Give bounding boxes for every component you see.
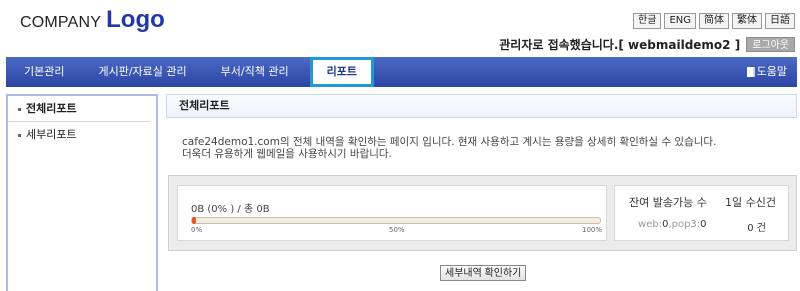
progress-marker-icon bbox=[192, 217, 196, 224]
sidebar-item-detail-report[interactable]: 세부리포트 bbox=[8, 122, 150, 148]
tick-label-50: 50% bbox=[389, 226, 405, 234]
tick-label-0: 0% bbox=[191, 226, 203, 234]
language-bar: 한글 ENG 简体 繁体 日語 bbox=[633, 13, 795, 29]
welcome-message: 관리자로 접속했습니다.[ webmaildemo2 ] bbox=[499, 38, 741, 52]
page-description: cafe24demo1.com의 전체 내역을 확인하는 페이지 입니다. 현재… bbox=[182, 136, 716, 160]
tick-label-100: 100% bbox=[582, 226, 603, 234]
welcome-area: 관리자로 접속했습니다.[ webmaildemo2 ] 로그아웃 bbox=[499, 36, 795, 53]
nav-board-management[interactable]: 게시판/자료실 관리 bbox=[81, 57, 203, 87]
sidebar-item-label: 전체리포트 bbox=[26, 102, 77, 115]
sidebar-item-label: 세부리포트 bbox=[26, 128, 77, 141]
help-label: 도움말 bbox=[756, 65, 787, 78]
sidebar-item-overall-report[interactable]: 전체리포트 bbox=[8, 96, 150, 122]
main-nav: 기본관리 게시판/자료실 관리 부서/직책 관리 리포트 도움말 bbox=[6, 57, 797, 87]
storage-usage-box: 0B (0% ) / 총 0B 0% 50% 100% bbox=[177, 185, 607, 241]
storage-progress-bar bbox=[191, 217, 601, 224]
company-logo[interactable]: COMPANY Logo bbox=[20, 6, 165, 33]
nav-department-management[interactable]: 부서/직책 관리 bbox=[204, 57, 306, 87]
daily-received-header: 1일 수신건 bbox=[725, 196, 776, 209]
lang-english-button[interactable]: ENG bbox=[664, 13, 696, 29]
document-icon bbox=[746, 67, 755, 77]
view-details-button[interactable]: 세부내역 확인하기 bbox=[440, 265, 527, 281]
lang-traditional-chinese-button[interactable]: 繁体 bbox=[732, 13, 762, 29]
usage-panel: 0B (0% ) / 총 0B 0% 50% 100% 잔여 발송가능 수 1일… bbox=[168, 175, 797, 251]
description-line-1: cafe24demo1.com의 전체 내역을 확인하는 페이지 입니다. 현재… bbox=[182, 136, 717, 148]
daily-received-value: 0 건 bbox=[747, 223, 766, 234]
sidebar: 전체리포트 세부리포트 bbox=[6, 94, 158, 291]
lang-japanese-button[interactable]: 日語 bbox=[765, 13, 795, 29]
pop3-label: ,pop3: bbox=[668, 219, 701, 230]
description-line-2: 더욱더 유용하게 웹메일을 사용하시기 바랍니다. bbox=[182, 148, 392, 160]
remaining-send-value: web:0,pop3:0 bbox=[638, 219, 707, 230]
help-link[interactable]: 도움말 bbox=[746, 57, 787, 87]
send-stats-box: 잔여 발송가능 수 1일 수신건 web:0,pop3:0 0 건 bbox=[614, 185, 789, 241]
nav-report[interactable]: 리포트 bbox=[309, 57, 374, 87]
lang-simplified-chinese-button[interactable]: 简体 bbox=[699, 13, 729, 29]
lang-korean-button[interactable]: 한글 bbox=[633, 13, 662, 29]
remaining-send-header: 잔여 발송가능 수 bbox=[629, 196, 707, 209]
bullet-icon bbox=[18, 107, 21, 111]
bullet-icon bbox=[18, 133, 21, 137]
page-title: 전체리포트 bbox=[166, 94, 797, 118]
storage-usage-text: 0B (0% ) / 총 0B bbox=[191, 204, 270, 215]
company-name: COMPANY bbox=[20, 14, 102, 31]
logo-text: Logo bbox=[106, 6, 165, 33]
logout-button[interactable]: 로그아웃 bbox=[746, 37, 795, 52]
nav-basic-settings[interactable]: 기본관리 bbox=[6, 57, 81, 87]
pop3-value: 0 bbox=[700, 219, 707, 230]
web-label: web: bbox=[638, 219, 663, 230]
